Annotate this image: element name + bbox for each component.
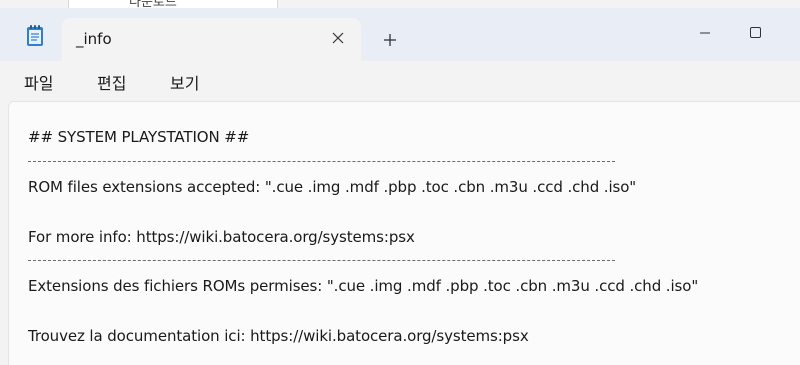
maximize-button[interactable] <box>732 18 778 48</box>
text-line-title: ## SYSTEM PLAYSTATION ## <box>28 128 250 146</box>
plus-icon <box>384 34 396 46</box>
tab-title: _info <box>76 30 112 48</box>
minimize-icon <box>700 32 710 34</box>
text-line-extensions-en: ROM files extensions accepted: ".cue .im… <box>28 178 637 196</box>
menu-bar: 파일 편집 보기 <box>0 61 800 101</box>
menu-file[interactable]: 파일 <box>24 70 53 94</box>
notepad-window: _info 파일 편집 보기 ## SYSTEM PLAYSTATION ## … <box>0 8 800 365</box>
maximize-icon <box>750 27 761 38</box>
close-icon[interactable] <box>329 29 347 47</box>
text-editor[interactable]: ## SYSTEM PLAYSTATION ## ROM files exten… <box>8 101 800 365</box>
notepad-icon <box>26 25 44 47</box>
text-line-info-fr: Trouvez la documentation ici: https://wi… <box>28 327 529 345</box>
text-line-info-en: For more info: https://wiki.batocera.org… <box>28 228 415 246</box>
menu-view[interactable]: 보기 <box>170 70 199 94</box>
minimize-button[interactable] <box>682 18 728 48</box>
separator-line <box>28 260 615 261</box>
separator-line <box>28 161 615 162</box>
menu-edit[interactable]: 편집 <box>97 70 126 94</box>
tab-info[interactable]: _info <box>62 18 361 61</box>
new-tab-button[interactable] <box>380 30 400 50</box>
title-bar: _info <box>0 8 800 61</box>
text-line-extensions-fr: Extensions des fichiers ROMs permises: "… <box>28 277 699 295</box>
